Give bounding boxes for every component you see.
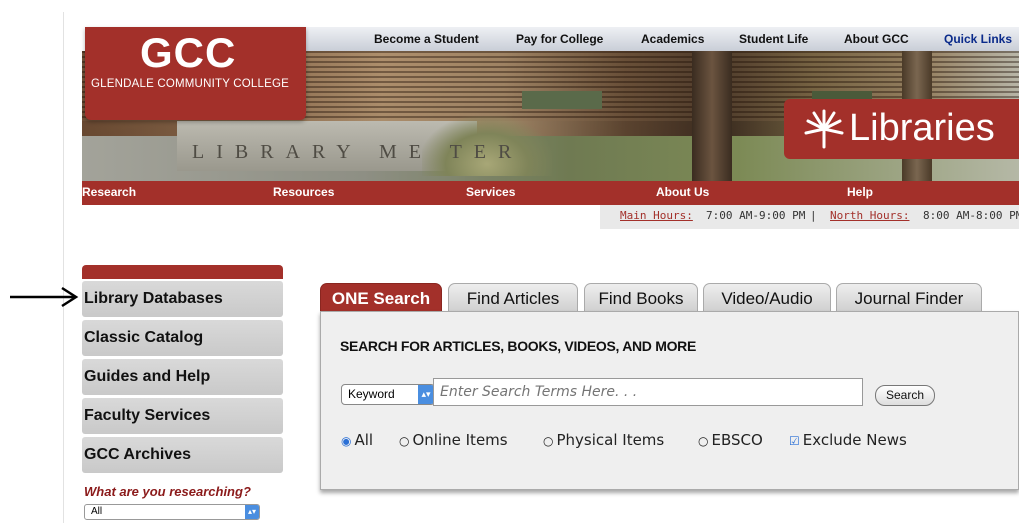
research-topic-label: What are you researching?: [84, 484, 251, 499]
filter-label: All: [354, 431, 374, 449]
tab-journal-finder[interactable]: Journal Finder: [836, 283, 982, 312]
search-field-select-value: Keyword: [348, 387, 395, 401]
sidebar-item-label: GCC Archives: [84, 446, 191, 463]
checkbox-checked-icon: ☑: [789, 434, 800, 448]
sidebar-item-gcc-archives[interactable]: GCC Archives: [82, 437, 283, 473]
chevron-updown-icon: ▴▾: [418, 385, 434, 404]
sidebar-item-label: Classic Catalog: [84, 329, 204, 346]
libraries-title: Libraries: [849, 107, 995, 149]
tab-one-search[interactable]: ONE Search: [320, 283, 442, 312]
arrow-right-icon: [8, 286, 80, 308]
search-panel: SEARCH FOR ARTICLES, BOOKS, VIDEOS, AND …: [320, 311, 1019, 490]
search-panel-heading: SEARCH FOR ARTICLES, BOOKS, VIDEOS, AND …: [340, 338, 697, 354]
palm-icon: [802, 109, 846, 159]
main-nav-research[interactable]: Research: [82, 185, 136, 199]
radio-unchecked-icon: ○: [543, 434, 554, 448]
top-nav-about-gcc[interactable]: About GCC: [844, 32, 909, 46]
main-hours-link[interactable]: Main Hours:: [620, 209, 693, 222]
banner-window: [522, 91, 602, 109]
radio-unchecked-icon: ○: [698, 434, 709, 448]
logo-mark: GCC: [140, 29, 237, 76]
radio-checked-icon: ◉: [341, 434, 352, 448]
tab-find-books[interactable]: Find Books: [584, 283, 698, 312]
top-nav-student-life[interactable]: Student Life: [739, 32, 808, 46]
main-nav-about-us[interactable]: About Us: [656, 185, 709, 199]
main-nav-help[interactable]: Help: [847, 185, 873, 199]
hours-separator: |: [810, 209, 817, 222]
main-nav: Research Resources Services About Us Hel…: [82, 181, 1019, 205]
college-name: GLENDALE COMMUNITY COLLEGE: [91, 78, 289, 90]
banner-wall-lettering: LIBRARY ME TER: [192, 141, 524, 163]
search-field-select[interactable]: Keyword ▴▾: [341, 384, 435, 405]
search-button[interactable]: Search: [875, 385, 935, 406]
sidebar-item-label: Library Databases: [84, 290, 223, 307]
filter-all[interactable]: ◉ All: [341, 431, 373, 449]
filter-ebsco[interactable]: ○ EBSCO: [698, 431, 763, 449]
top-nav: Become a Student Pay for College Academi…: [306, 27, 1019, 52]
filter-label: Exclude News: [802, 431, 907, 449]
tab-label: Video/Audio: [721, 289, 813, 308]
sidebar-item-library-databases[interactable]: Library Databases: [82, 281, 283, 317]
top-nav-academics[interactable]: Academics: [641, 32, 704, 46]
tab-label: Journal Finder: [854, 289, 964, 308]
search-input[interactable]: [433, 378, 863, 406]
banner-palm-trunk: [692, 51, 732, 181]
top-nav-become-a-student[interactable]: Become a Student: [374, 32, 479, 46]
north-hours-value: 8:00 AM-8:00 PM: [923, 209, 1019, 222]
filter-label: Online Items: [412, 431, 508, 449]
chevron-updown-icon: ▴▾: [245, 505, 259, 519]
sidebar-header-bar: [82, 265, 283, 279]
tab-find-articles[interactable]: Find Articles: [448, 283, 578, 312]
page-left-border: [63, 12, 64, 523]
filter-online-items[interactable]: ○ Online Items: [399, 431, 508, 449]
main-nav-services[interactable]: Services: [466, 185, 515, 199]
sidebar-item-label: Faculty Services: [84, 407, 211, 424]
libraries-banner-label[interactable]: Libraries: [784, 99, 1019, 159]
filter-label: EBSCO: [711, 431, 763, 449]
top-nav-pay-for-college[interactable]: Pay for College: [516, 32, 603, 46]
research-topic-select-value: All: [91, 506, 103, 517]
sidebar-item-faculty-services[interactable]: Faculty Services: [82, 398, 283, 434]
top-nav-quick-links[interactable]: Quick Links: [944, 32, 1012, 46]
tab-label: Find Books: [598, 289, 684, 308]
sidebar-item-classic-catalog[interactable]: Classic Catalog: [82, 320, 283, 356]
radio-unchecked-icon: ○: [399, 434, 410, 448]
north-hours-link[interactable]: North Hours:: [830, 209, 909, 222]
filter-physical-items[interactable]: ○ Physical Items: [543, 431, 664, 449]
filter-label: Physical Items: [556, 431, 665, 449]
tab-label: Find Articles: [466, 289, 560, 308]
main-hours-value: 7:00 AM-9:00 PM: [706, 209, 806, 222]
tab-video-audio[interactable]: Video/Audio: [703, 283, 831, 312]
filter-exclude-news[interactable]: ☑ Exclude News: [789, 431, 907, 449]
research-topic-select[interactable]: All ▴▾: [84, 504, 260, 520]
library-hours-bar: Main Hours: 7:00 AM-9:00 PM | North Hour…: [600, 205, 1019, 229]
tab-label: ONE Search: [331, 289, 431, 308]
sidebar-item-label: Guides and Help: [84, 368, 211, 385]
main-nav-resources[interactable]: Resources: [273, 185, 334, 199]
gcc-logo[interactable]: GCC GLENDALE COMMUNITY COLLEGE: [85, 27, 306, 120]
sidebar-item-guides-and-help[interactable]: Guides and Help: [82, 359, 283, 395]
